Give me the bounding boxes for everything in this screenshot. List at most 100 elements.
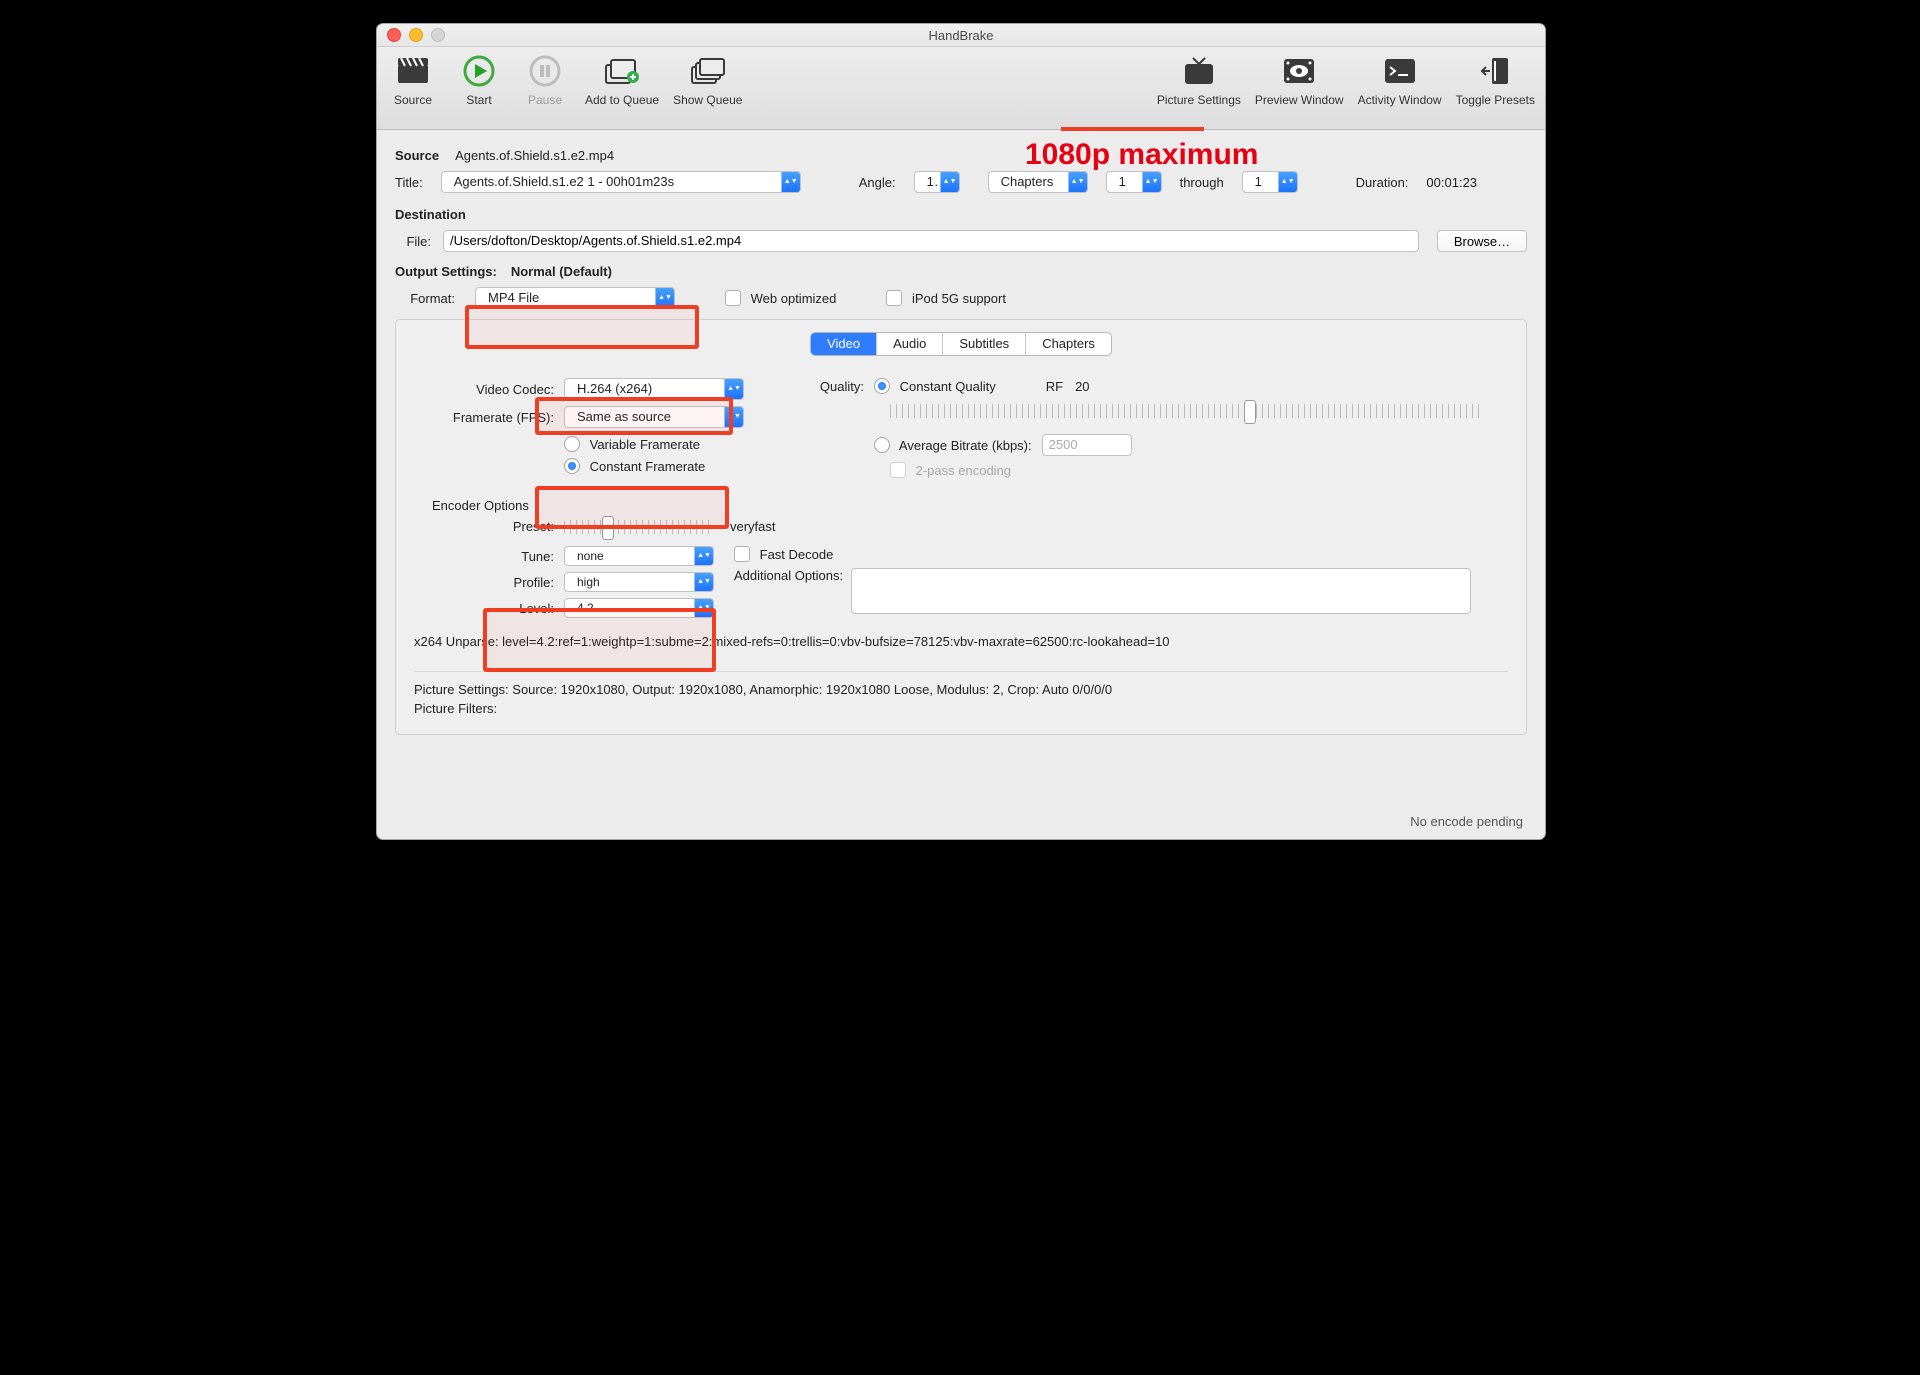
level-value: 4.2 [571, 598, 600, 618]
title-value: Agents.of.Shield.s1.e2 1 - 00h01m23s [448, 171, 680, 193]
ipod-5g-checkbox[interactable]: iPod 5G support [886, 290, 1006, 306]
quality-label: Quality: [794, 379, 874, 394]
pause-icon [527, 53, 563, 89]
level-select[interactable]: 4.2 ▲▼ [564, 598, 714, 618]
clapperboard-icon [395, 53, 431, 89]
chapter-to-value: 1 [1249, 171, 1268, 193]
video-right-column: Quality: Constant Quality RF 20 [794, 372, 1508, 484]
titlebar: HandBrake [377, 24, 1545, 47]
web-optimized-checkbox[interactable]: Web optimized [725, 290, 836, 306]
rf-label: RF [1046, 379, 1063, 394]
tune-label: Tune: [414, 549, 564, 564]
tab-audio[interactable]: Audio [877, 333, 943, 355]
tab-chapters[interactable]: Chapters [1026, 333, 1111, 355]
radio-icon [564, 436, 580, 452]
pause-button: Pause [519, 53, 571, 107]
chevron-up-down-icon: ▲▼ [694, 546, 713, 566]
chevron-up-down-icon: ▲▼ [781, 171, 800, 193]
tune-select[interactable]: none ▲▼ [564, 546, 714, 566]
picture-settings-button[interactable]: Picture Settings [1157, 53, 1241, 107]
variable-framerate-radio[interactable]: Variable Framerate [564, 436, 700, 452]
fast-decode-checkbox[interactable]: Fast Decode [734, 546, 833, 562]
toolbar: Source Start Pause [377, 47, 1545, 130]
x264-unparse-line: x264 Unparse: level=4.2:ref=1:weightp=1:… [414, 634, 1508, 649]
chevron-up-down-icon: ▲▼ [1142, 171, 1161, 193]
start-button[interactable]: Start [453, 53, 505, 107]
quality-slider[interactable] [890, 404, 1480, 418]
source-button[interactable]: Source [387, 53, 439, 107]
video-left-column: Video Codec: H.264 (x264) ▲▼ Framerate (… [414, 372, 764, 484]
content-area: Source Agents.of.Shield.s1.e2.mp4 Title:… [377, 130, 1545, 735]
average-bitrate-radio[interactable]: Average Bitrate (kbps): [874, 437, 1032, 453]
annotation-text: 1080p maximum [1025, 138, 1258, 172]
angle-value: 1 [921, 171, 940, 193]
add-to-queue-button[interactable]: Add to Queue [585, 53, 659, 107]
checkbox-icon [734, 546, 750, 562]
preset-value: veryfast [730, 519, 776, 534]
queue-icon [690, 53, 726, 89]
abr-label: Average Bitrate (kbps): [899, 438, 1032, 453]
through-label: through [1180, 175, 1224, 190]
constant-framerate-radio[interactable]: Constant Framerate [564, 458, 705, 474]
title-select[interactable]: Agents.of.Shield.s1.e2 1 - 00h01m23s ▲▼ [441, 171, 801, 193]
source-row: Source Agents.of.Shield.s1.e2.mp4 [395, 148, 1527, 163]
browse-button[interactable]: Browse… [1437, 230, 1527, 252]
queue-add-icon [604, 53, 640, 89]
toolbar-label: Source [394, 93, 432, 107]
preset-label: Preset: [414, 519, 564, 534]
window-title: HandBrake [377, 28, 1545, 43]
tab-subtitles[interactable]: Subtitles [943, 333, 1026, 355]
chapter-from-select[interactable]: 1 ▲▼ [1106, 171, 1162, 193]
panel-toggle-icon [1477, 53, 1513, 89]
minimize-icon[interactable] [409, 28, 423, 42]
tab-video[interactable]: Video [811, 333, 877, 355]
duration-value: 00:01:23 [1426, 175, 1477, 190]
encoder-preset-slider[interactable] [564, 520, 714, 534]
chapter-to-select[interactable]: 1 ▲▼ [1242, 171, 1298, 193]
show-queue-button[interactable]: Show Queue [673, 53, 742, 107]
toolbar-label: Preview Window [1255, 93, 1344, 107]
radio-icon [564, 458, 580, 474]
toolbar-label: Show Queue [673, 93, 742, 107]
format-select[interactable]: MP4 File ▲▼ [475, 287, 675, 309]
chevron-up-down-icon: ▲▼ [694, 572, 713, 592]
file-path-input[interactable] [443, 230, 1419, 252]
angle-label: Angle: [859, 175, 896, 190]
toggle-presets-button[interactable]: Toggle Presets [1456, 53, 1535, 107]
chapter-from-value: 1 [1113, 171, 1132, 193]
toolbar-label: Activity Window [1358, 93, 1442, 107]
angle-select[interactable]: 1 ▲▼ [914, 171, 960, 193]
app-window: HandBrake Source Start [376, 23, 1546, 840]
encoder-options-heading: Encoder Options [432, 498, 1508, 513]
picture-filters-summary: Picture Filters: [414, 701, 1508, 716]
maximize-icon [431, 28, 445, 42]
toolbar-label: Add to Queue [585, 93, 659, 107]
chevron-up-down-icon: ▲▼ [1068, 171, 1087, 193]
profile-select[interactable]: high ▲▼ [564, 572, 714, 592]
level-label: Level: [414, 601, 564, 616]
terminal-icon [1382, 53, 1418, 89]
video-codec-select[interactable]: H.264 (x264) ▲▼ [564, 378, 744, 400]
web-optimized-label: Web optimized [751, 291, 837, 306]
format-value: MP4 File [482, 287, 545, 309]
ipod-5g-label: iPod 5G support [912, 291, 1006, 306]
cfr-label: Constant Framerate [590, 459, 706, 474]
toolbar-label: Picture Settings [1157, 93, 1241, 107]
range-mode-select[interactable]: Chapters ▲▼ [988, 171, 1088, 193]
source-filename: Agents.of.Shield.s1.e2.mp4 [455, 148, 614, 163]
activity-window-button[interactable]: Activity Window [1358, 53, 1442, 107]
close-icon[interactable] [387, 28, 401, 42]
additional-options-label: Additional Options: [734, 568, 843, 583]
additional-options-input[interactable] [851, 568, 1471, 614]
output-format-row: Format: MP4 File ▲▼ Web optimized iPod 5… [395, 287, 1527, 309]
preview-window-button[interactable]: Preview Window [1255, 53, 1344, 107]
framerate-select[interactable]: Same as source ▲▼ [564, 406, 744, 428]
twopass-label: 2-pass encoding [916, 463, 1011, 478]
codec-label: Video Codec: [414, 382, 564, 397]
status-text: No encode pending [1410, 814, 1523, 829]
constant-quality-radio[interactable]: Constant Quality [874, 378, 996, 394]
fps-label: Framerate (FPS): [414, 410, 564, 425]
bitrate-input [1042, 434, 1132, 456]
chevron-up-down-icon: ▲▼ [1278, 171, 1297, 193]
chevron-up-down-icon: ▲▼ [940, 171, 959, 193]
